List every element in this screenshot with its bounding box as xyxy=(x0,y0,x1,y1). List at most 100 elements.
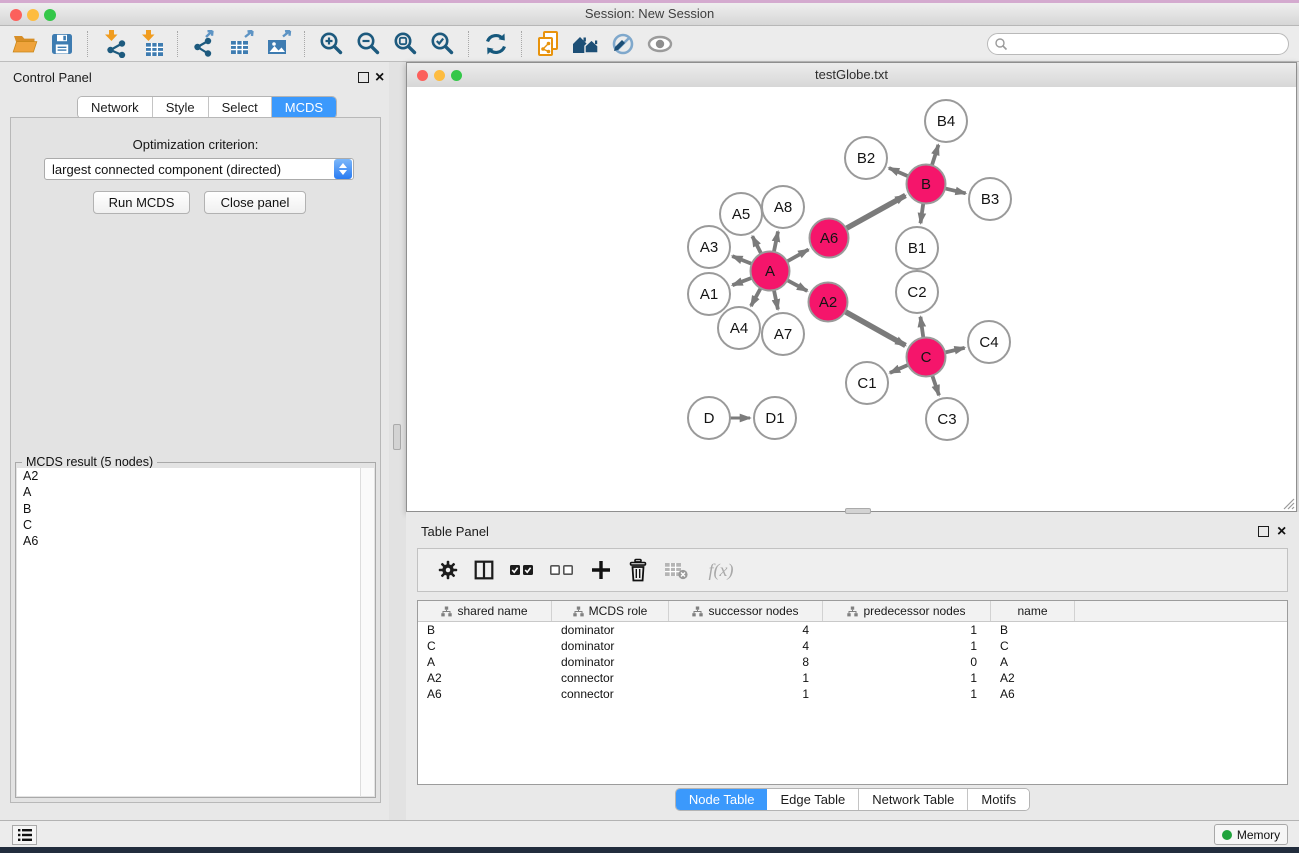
zoom-in-button[interactable] xyxy=(313,29,350,59)
delete-column-button[interactable] xyxy=(656,554,696,586)
table-row[interactable]: Cdominator41C xyxy=(418,638,1287,654)
cell-shared-name[interactable]: A6 xyxy=(418,687,552,701)
search-input[interactable] xyxy=(987,33,1289,55)
split-divider-handle[interactable] xyxy=(393,424,401,450)
tab-mcds[interactable]: MCDS xyxy=(272,97,336,118)
delete-row-button[interactable] xyxy=(620,554,656,586)
cell-name[interactable]: A6 xyxy=(991,687,1075,701)
show-hide-button[interactable] xyxy=(641,29,678,59)
optimization-criterion-dropdown[interactable]: largest connected component (directed) xyxy=(44,158,354,180)
graph-edge-A-A7[interactable] xyxy=(774,290,778,309)
graph-node-A2[interactable]: A2 xyxy=(809,283,848,322)
table-row[interactable]: Bdominator41B xyxy=(418,622,1287,638)
graph-edge-B-B1[interactable] xyxy=(920,203,923,223)
table-row[interactable]: A6connector11A6 xyxy=(418,686,1287,702)
graph-node-A3[interactable]: A3 xyxy=(688,226,730,268)
cell-shared-name[interactable]: B xyxy=(418,623,552,637)
cell-name[interactable]: A2 xyxy=(991,671,1075,685)
tab-network[interactable]: Network xyxy=(78,97,153,118)
float-panel-icon[interactable] xyxy=(358,72,369,83)
graph-node-A6[interactable]: A6 xyxy=(810,219,849,258)
save-session-button[interactable] xyxy=(43,29,80,59)
graph-edge-A-A6[interactable] xyxy=(787,249,808,261)
graph-node-C[interactable]: C xyxy=(907,338,946,377)
cell-MCDS-role[interactable]: connector xyxy=(552,671,669,685)
table-float-panel-icon[interactable] xyxy=(1258,526,1269,537)
cell-shared-name[interactable]: A2 xyxy=(418,671,552,685)
mcds-result-item[interactable]: B xyxy=(17,501,361,517)
graph-edge-C-C1[interactable] xyxy=(890,365,908,373)
network-window-titlebar[interactable]: testGlobe.txt xyxy=(407,63,1296,88)
cell-MCDS-role[interactable]: dominator xyxy=(552,639,669,653)
cell-successor-nodes[interactable]: 8 xyxy=(669,655,823,669)
mcds-result-item[interactable]: A2 xyxy=(17,468,361,484)
close-panel-button[interactable]: Close panel xyxy=(204,191,306,214)
tab-network-table[interactable]: Network Table xyxy=(859,789,968,810)
graph-node-B[interactable]: B xyxy=(907,165,946,204)
zoom-selected-button[interactable] xyxy=(424,29,461,59)
table-options-button[interactable] xyxy=(430,554,466,586)
deselect-all-button[interactable] xyxy=(542,554,582,586)
close-panel-icon[interactable]: × xyxy=(375,72,384,83)
cell-name[interactable]: B xyxy=(991,623,1075,637)
graph-node-B1[interactable]: B1 xyxy=(896,227,938,269)
zoom-out-button[interactable] xyxy=(350,29,387,59)
cell-predecessor-nodes[interactable]: 1 xyxy=(823,671,991,685)
memory-button[interactable]: Memory xyxy=(1214,824,1288,845)
tab-node-table[interactable]: Node Table xyxy=(676,789,768,810)
column-header-MCDS-role[interactable]: MCDS role xyxy=(552,601,669,621)
cell-successor-nodes[interactable]: 4 xyxy=(669,623,823,637)
table-row[interactable]: Adominator80A xyxy=(418,654,1287,670)
add-row-button[interactable] xyxy=(582,554,620,586)
graph-edge-A-A2[interactable] xyxy=(787,280,807,291)
graph-edge-A-A4[interactable] xyxy=(751,288,761,306)
network-canvas[interactable]: B4B2BB3A8A5A6A3B1AC2A1A2A4A7C4CC1DD1C3 xyxy=(407,87,1296,511)
cell-MCDS-role[interactable]: dominator xyxy=(552,623,669,637)
graph-edge-A-A5[interactable] xyxy=(752,236,761,253)
graph-node-C1[interactable]: C1 xyxy=(846,362,888,404)
column-header-predecessor-nodes[interactable]: predecessor nodes xyxy=(823,601,991,621)
cell-predecessor-nodes[interactable]: 1 xyxy=(823,639,991,653)
split-divider[interactable] xyxy=(389,62,406,820)
column-header-shared-name[interactable]: shared name xyxy=(418,601,552,621)
cell-successor-nodes[interactable]: 1 xyxy=(669,671,823,685)
show-task-history-button[interactable] xyxy=(12,825,37,845)
zoom-fit-button[interactable] xyxy=(387,29,424,59)
tab-style[interactable]: Style xyxy=(153,97,209,118)
hide-graphics-details-button[interactable] xyxy=(604,29,641,59)
cell-predecessor-nodes[interactable]: 1 xyxy=(823,623,991,637)
graph-node-C2[interactable]: C2 xyxy=(896,271,938,313)
column-header-name[interactable]: name xyxy=(991,601,1075,621)
select-all-button[interactable] xyxy=(502,554,542,586)
cell-shared-name[interactable]: A xyxy=(418,655,552,669)
graph-node-A[interactable]: A xyxy=(751,252,790,291)
new-network-from-selection-button[interactable] xyxy=(530,29,567,59)
export-image-button[interactable] xyxy=(260,29,297,59)
cell-predecessor-nodes[interactable]: 0 xyxy=(823,655,991,669)
graph-node-A5[interactable]: A5 xyxy=(720,193,762,235)
graph-node-D1[interactable]: D1 xyxy=(754,397,796,439)
mcds-list-scrollbar[interactable] xyxy=(360,468,374,796)
graph-node-B2[interactable]: B2 xyxy=(845,137,887,179)
graph-node-C4[interactable]: C4 xyxy=(968,321,1010,363)
refresh-button[interactable] xyxy=(477,29,514,59)
graph-edge-B-B2[interactable] xyxy=(889,168,908,176)
graph-edge-A-A3[interactable] xyxy=(732,256,752,264)
mcds-result-item[interactable]: A xyxy=(17,484,361,500)
graph-node-C3[interactable]: C3 xyxy=(926,398,968,440)
mcds-result-item[interactable]: A6 xyxy=(17,533,361,549)
import-network-button[interactable] xyxy=(96,29,133,59)
open-session-button[interactable] xyxy=(6,29,43,59)
graph-edge-A-A8[interactable] xyxy=(774,231,778,251)
cell-successor-nodes[interactable]: 1 xyxy=(669,687,823,701)
table-row[interactable]: A2connector11A2 xyxy=(418,670,1287,686)
graph-edge-C-C2[interactable] xyxy=(920,317,923,338)
graph-node-A1[interactable]: A1 xyxy=(688,273,730,315)
show-columns-button[interactable] xyxy=(466,554,502,586)
tab-motifs[interactable]: Motifs xyxy=(968,789,1029,810)
tab-select[interactable]: Select xyxy=(209,97,272,118)
cell-name[interactable]: C xyxy=(991,639,1075,653)
graph-node-A7[interactable]: A7 xyxy=(762,313,804,355)
graph-edge-B-B3[interactable] xyxy=(945,188,966,193)
export-table-button[interactable] xyxy=(223,29,260,59)
